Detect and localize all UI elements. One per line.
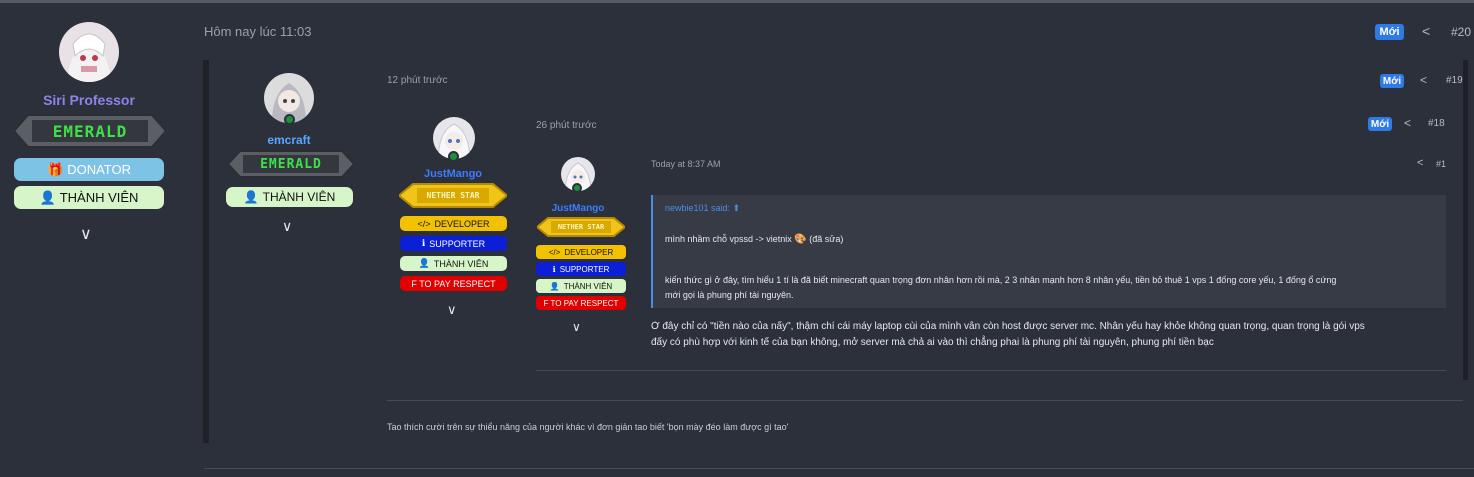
rank-label: NETHER STAR xyxy=(557,223,605,231)
post-body-line: đấy có phù hợp với kinh tế của bạn không… xyxy=(651,337,1214,348)
info-icon: ℹ xyxy=(421,238,426,248)
code-icon: </> xyxy=(548,247,561,257)
badge-label: THÀNH VIÊN xyxy=(262,190,336,204)
chevron-down-icon[interactable]: ∨ xyxy=(572,320,581,334)
quote-line: mình nhầm chỗ vpssd -> vietnix 🎨 (đã sửa… xyxy=(665,234,843,245)
rank-label: NETHER STAR xyxy=(426,191,480,200)
user-icon: 👤 xyxy=(549,281,560,291)
quote-author[interactable]: newbie101 said: ⬆ xyxy=(665,203,740,214)
quote-text: mình nhầm chỗ vpssd -> vietnix xyxy=(665,234,792,244)
badge-donator: 🎁 DONATOR xyxy=(14,158,164,181)
post-timestamp[interactable]: 26 phút trước xyxy=(536,120,597,131)
badge-member: 👤 THÀNH VIÊN xyxy=(536,279,626,293)
rank-label: EMERALD xyxy=(260,156,322,172)
chevron-down-icon[interactable]: ∨ xyxy=(447,302,457,318)
badge-label: DEVELOPER xyxy=(564,247,614,257)
gift-icon: 🎁 xyxy=(47,161,64,177)
quote-author-label[interactable]: newbie101 said: xyxy=(665,203,730,213)
rank-banner-emerald: EMERALD xyxy=(14,111,166,151)
quote-text: (đã sửa) xyxy=(809,234,844,244)
badge-label: SUPPORTER xyxy=(559,264,610,274)
share-icon[interactable]: < xyxy=(1420,73,1427,87)
badge-supporter: ℹ SUPPORTER xyxy=(536,262,626,276)
badge-label: F TO PAY RESPECT xyxy=(411,278,496,289)
quote-bar xyxy=(203,60,209,443)
scroll-thumb[interactable] xyxy=(1463,60,1468,380)
chevron-down-icon[interactable]: ∨ xyxy=(80,224,92,244)
badge-label: THÀNH VIÊN xyxy=(563,281,613,291)
username[interactable]: Siri Professor xyxy=(20,92,158,108)
badge-member: 👤 THÀNH VIÊN xyxy=(226,187,353,207)
divider xyxy=(204,468,1474,469)
username[interactable]: JustMango xyxy=(404,168,502,180)
emoji-icon: 🎨 xyxy=(794,234,807,245)
post-number[interactable]: #18 xyxy=(1428,118,1445,129)
badge-supporter: ℹ SUPPORTER xyxy=(400,236,507,251)
badge-label: THÀNH VIÊN xyxy=(59,190,139,205)
new-badge: Mới xyxy=(1375,24,1404,40)
rank-banner-nether-star: NETHER STAR xyxy=(537,216,625,238)
badge-member: 👤 THÀNH VIÊN xyxy=(400,256,507,271)
share-icon[interactable]: < xyxy=(1417,157,1423,169)
post-number[interactable]: #1 xyxy=(1436,159,1446,169)
quote-line: mới gọi là phung phí tài nguyên. xyxy=(665,290,794,300)
badge-respect: F TO PAY RESPECT xyxy=(400,276,507,291)
share-icon[interactable]: < xyxy=(1404,116,1411,130)
badge-label: SUPPORTER xyxy=(429,238,486,249)
username[interactable]: JustMango xyxy=(530,203,626,214)
badge-label: DEVELOPER xyxy=(434,218,490,229)
online-status-icon xyxy=(448,151,459,162)
divider xyxy=(387,400,1463,401)
new-badge: Mới xyxy=(1380,74,1404,88)
post-timestamp[interactable]: Today at 8:37 AM xyxy=(651,159,721,169)
post-timestamp[interactable]: Hôm nay lúc 11:03 xyxy=(204,24,311,39)
arrow-up-circle-icon[interactable]: ⬆ xyxy=(733,203,741,213)
rank-banner-emerald: EMERALD xyxy=(228,148,354,180)
post-body-line: Ở đây chỉ có "tiền nào của nấy", thậm ch… xyxy=(651,321,1365,332)
divider xyxy=(536,370,1446,371)
post-number[interactable]: #20 xyxy=(1451,25,1471,39)
rank-banner-nether-star: NETHER STAR xyxy=(399,182,507,209)
online-status-icon xyxy=(572,183,582,193)
badge-developer: </> DEVELOPER xyxy=(400,216,507,231)
chevron-down-icon[interactable]: ∨ xyxy=(282,218,292,235)
rank-label: EMERALD xyxy=(52,121,128,141)
badge-respect: F TO PAY RESPECT xyxy=(536,296,626,310)
user-icon: 👤 xyxy=(243,190,259,204)
share-icon[interactable]: < xyxy=(1422,23,1430,39)
post-timestamp[interactable]: 12 phút trước xyxy=(387,75,448,86)
post-number[interactable]: #19 xyxy=(1446,75,1463,86)
online-status-icon xyxy=(284,114,295,125)
user-icon: 👤 xyxy=(39,189,56,205)
badge-member: 👤 THÀNH VIÊN xyxy=(14,186,164,209)
signature: Tao thích cười trên sự thiểu năng của ng… xyxy=(387,422,789,432)
badge-label: F TO PAY RESPECT xyxy=(543,298,619,308)
top-divider xyxy=(0,0,1474,3)
badge-developer: </> DEVELOPER xyxy=(536,245,626,259)
info-icon: ℹ xyxy=(552,264,556,274)
code-icon: </> xyxy=(417,218,431,229)
badge-label: DONATOR xyxy=(67,162,131,177)
badge-label: THÀNH VIÊN xyxy=(433,258,489,269)
new-badge: Mới xyxy=(1368,117,1392,131)
quote-line: kiến thức gì ở đây, tìm hiểu 1 tí là đã … xyxy=(665,275,1337,285)
user-icon: 👤 xyxy=(418,258,430,268)
username[interactable]: emcraft xyxy=(240,133,338,147)
avatar[interactable] xyxy=(59,22,119,82)
